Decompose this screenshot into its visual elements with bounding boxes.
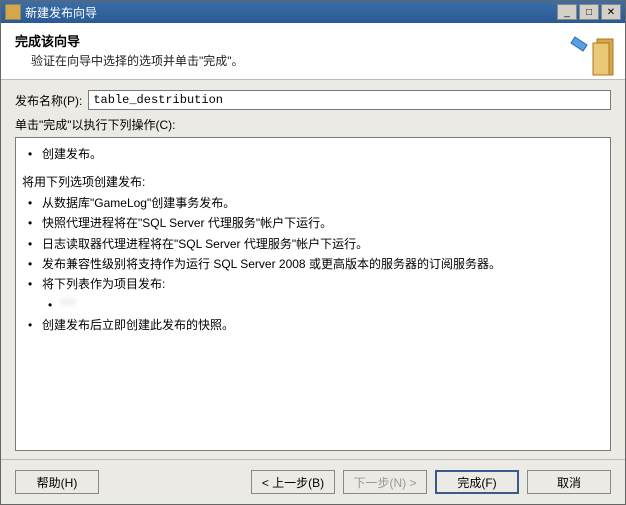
wizard-window: 新建发布向导 _ □ ✕ 完成该向导 验证在向导中选择的选项并单击"完成"。 发… (0, 0, 626, 505)
titlebar: 新建发布向导 _ □ ✕ (1, 1, 625, 23)
summary-nested-item: " " (42, 295, 600, 315)
minimize-button[interactable]: _ (557, 4, 577, 20)
help-button[interactable]: 帮助(H) (15, 470, 99, 494)
close-button[interactable]: ✕ (601, 4, 621, 20)
cancel-button[interactable]: 取消 (527, 470, 611, 494)
publication-name-label: 发布名称(P): (15, 92, 82, 109)
summary-item: 发布兼容性级别将支持作为运行 SQL Server 2008 或更高版本的服务器… (22, 254, 600, 274)
window-title: 新建发布向导 (25, 4, 557, 21)
wizard-body: 发布名称(P): 单击"完成"以执行下列操作(C): 创建发布。 将用下列选项创… (1, 80, 625, 459)
wizard-footer: 帮助(H) < 上一步(B) 下一步(N) > 完成(F) 取消 (1, 459, 625, 504)
summary-item: 创建发布。 (22, 144, 600, 164)
actions-label: 单击"完成"以执行下列操作(C): (15, 116, 611, 133)
header-title: 完成该向导 (15, 31, 244, 50)
summary-item: 将下列表作为项目发布: (22, 274, 600, 294)
finish-button[interactable]: 完成(F) (435, 470, 519, 494)
wizard-header: 完成该向导 验证在向导中选择的选项并单击"完成"。 (1, 23, 625, 80)
maximize-button[interactable]: □ (579, 4, 599, 20)
summary-item: 快照代理进程将在"SQL Server 代理服务"帐户下运行。 (22, 213, 600, 233)
publication-name-input[interactable] (88, 90, 611, 110)
back-button[interactable]: < 上一步(B) (251, 470, 335, 494)
next-button: 下一步(N) > (343, 470, 427, 494)
summary-item: 日志读取器代理进程将在"SQL Server 代理服务"帐户下运行。 (22, 234, 600, 254)
summary-item: 从数据库"GameLog"创建事务发布。 (22, 193, 600, 213)
header-subtitle: 验证在向导中选择的选项并单击"完成"。 (15, 52, 244, 69)
wizard-banner-icon (569, 31, 617, 79)
summary-listbox[interactable]: 创建发布。 将用下列选项创建发布: 从数据库"GameLog"创建事务发布。 快… (15, 137, 611, 451)
summary-item: 创建发布后立即创建此发布的快照。 (22, 315, 600, 335)
app-icon (5, 4, 21, 20)
summary-heading: 将用下列选项创建发布: (22, 172, 600, 192)
